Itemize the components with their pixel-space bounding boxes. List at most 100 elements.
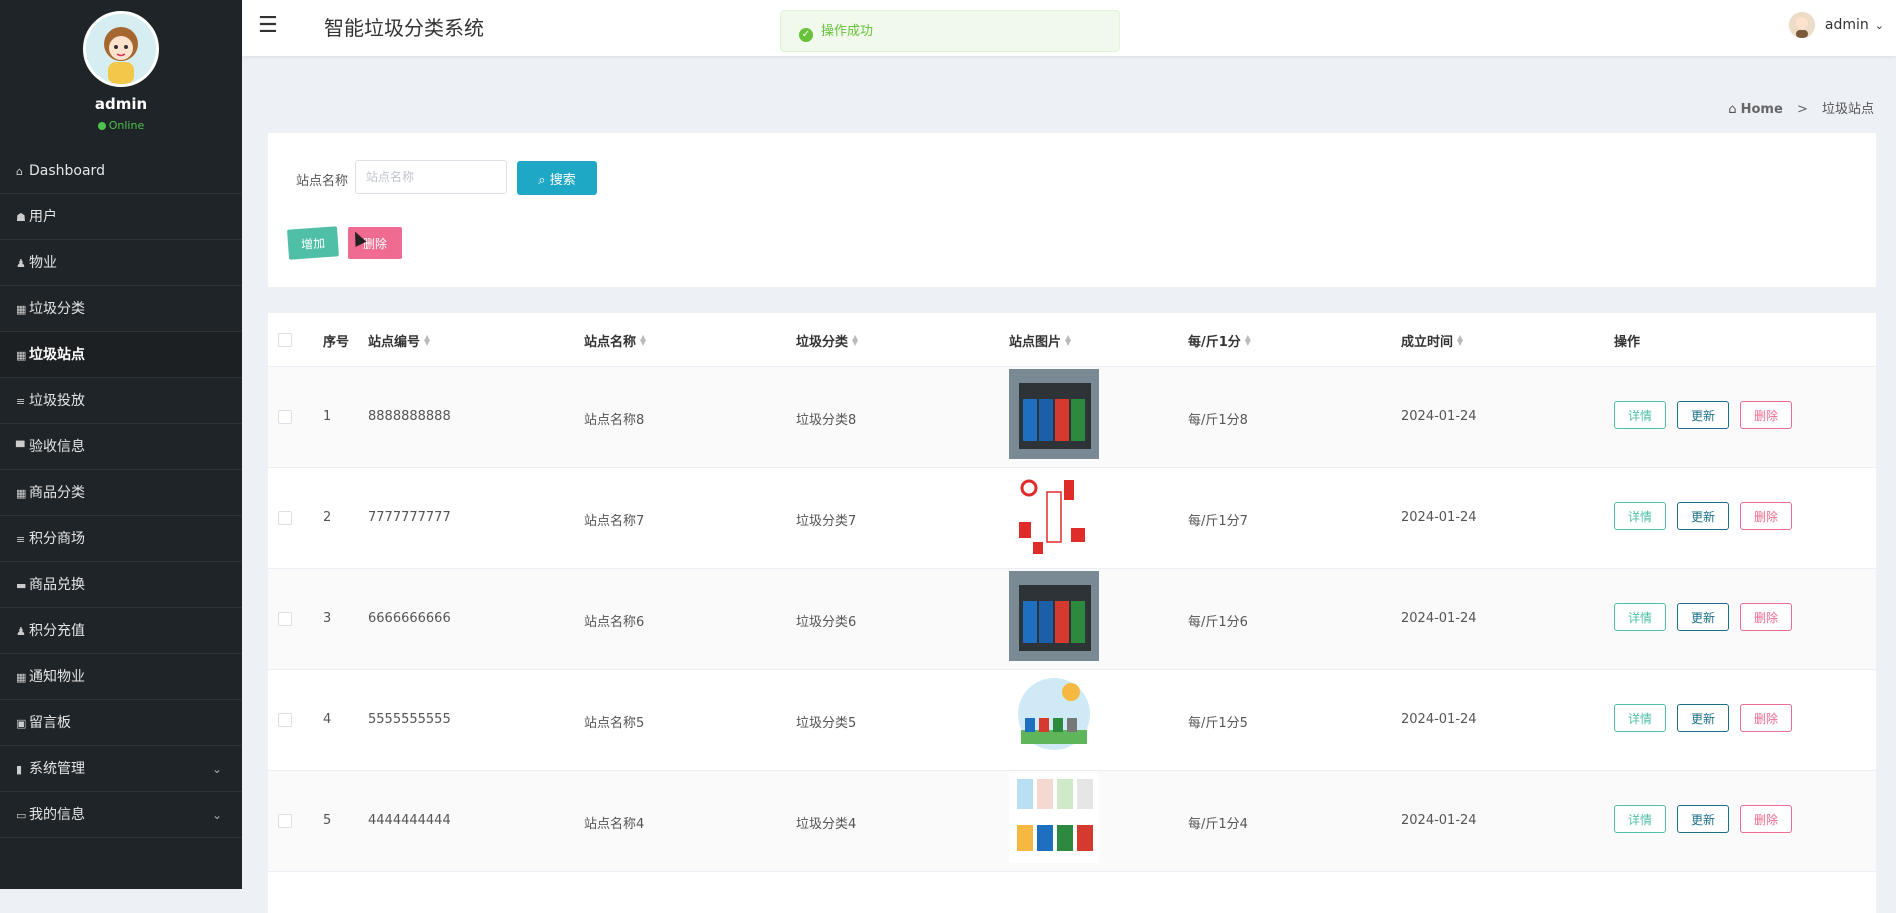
delete-button[interactable]: 删除 [1740,502,1792,530]
chevron-down-icon: ⌄ [211,808,222,822]
cell-name: 站点名称5 [584,716,645,731]
sidebar-item-label: 积分商场 [29,531,85,547]
detail-button[interactable]: 详情 [1614,704,1666,732]
cell-price: 每/斤1分4 [1188,817,1248,832]
sidebar-item-12[interactable]: ▣ 留言板 [0,700,242,746]
update-button[interactable]: 更新 [1677,603,1729,631]
cell-no: 4 [323,712,332,727]
sidebar-item-13[interactable]: ▮ 系统管理 ⌄ [0,746,242,792]
success-toast: ✓ 操作成功 [780,10,1120,52]
col-date[interactable]: 成立时间 ▲ ▼ [1401,331,1464,351]
cell-date: 2024-01-24 [1401,712,1477,727]
sidebar-item-10[interactable]: ♟ 积分充值 [0,608,242,654]
sort-icon: ▲ ▼ [1457,333,1464,347]
delete-button[interactable]: 删除 [1740,603,1792,631]
cell-category: 垃圾分类8 [796,413,857,428]
station-name-label: 站点名称 [296,174,349,189]
grid-icon: ▦ [16,671,27,684]
online-status: Online [0,119,242,132]
sidebar-item-label: 我的信息 [29,807,85,823]
sidebar-menu: ⌂ Dashboard ☗ 用户 ♟ 物业 ▦ 垃圾分类 ▦ 垃圾站点 ≡ 垃圾投放 ▀ 验收信息 ▦ 商品分… [0,148,242,838]
sidebar-item-0[interactable]: ⌂ Dashboard [0,148,242,194]
list-icon: ≡ [16,395,26,408]
station-name-input[interactable] [355,160,507,194]
col-actions: 操作 [1614,335,1641,350]
update-button[interactable]: 更新 [1677,704,1729,732]
col-image[interactable]: 站点图片 ▲ ▼ [1009,331,1072,351]
col-price-label: 每/斤1分 [1188,335,1241,350]
col-name[interactable]: 站点名称 ▲ ▼ [584,331,646,351]
sidebar-item-label: 积分充值 [29,623,85,639]
cell-date: 2024-01-24 [1401,611,1477,626]
sidebar-item-9[interactable]: ▬ 商品兑换 [0,562,242,608]
sidebar-item-label: 验收信息 [29,439,85,455]
grid-icon: ▦ [16,349,27,362]
list-icon: ≡ [16,533,26,546]
cell-code: 6666666666 [368,611,451,626]
sidebar-item-4[interactable]: ▦ 垃圾站点 [0,332,242,378]
sidebar-item-8[interactable]: ≡ 积分商场 [0,516,242,562]
search-button[interactable]: ⌕ 搜索 [517,161,597,195]
update-button[interactable]: 更新 [1677,502,1729,530]
col-category-label: 垃圾分类 [796,335,849,350]
detail-button[interactable]: 详情 [1614,805,1666,833]
delete-button[interactable]: 删除 [1740,704,1792,732]
row-checkbox[interactable] [278,612,292,626]
sidebar-item-2[interactable]: ♟ 物业 [0,240,242,286]
sidebar-item-6[interactable]: ▀ 验收信息 [0,424,242,470]
sidebar-item-3[interactable]: ▦ 垃圾分类 [0,286,242,332]
sort-icon: ▲ ▼ [1244,333,1251,347]
select-all-checkbox[interactable] [278,333,292,347]
detail-button[interactable]: 详情 [1614,401,1666,429]
delete-button[interactable]: 删除 [1740,401,1792,429]
breadcrumb: ⌂ Home > 垃圾站点 [1728,98,1874,117]
cell-category: 垃圾分类7 [796,514,857,529]
update-button[interactable]: 更新 [1677,401,1729,429]
row-checkbox[interactable] [278,410,292,424]
row-checkbox[interactable] [278,713,292,727]
user-avatar [1788,12,1815,38]
sidebar-username: admin [94,95,148,113]
monitor-icon: ▀ [16,441,25,454]
chevron-down-icon: ⌄ [211,762,222,776]
sidebar-item-11[interactable]: ▦ 通知物业 [0,654,242,700]
col-code[interactable]: 站点编号 ▲ ▼ [368,331,430,351]
col-category[interactable]: 垃圾分类 ▲ ▼ [796,331,858,351]
sidebar-item-7[interactable]: ▦ 商品分类 [0,470,242,516]
breadcrumb-home[interactable]: Home [1741,102,1783,117]
sidebar: admin Online ⌂ Dashboard ☗ 用户 ♟ 物业 ▦ 垃圾分类 ▦ 垃圾站点 ≡… [0,0,242,889]
cell-category: 垃圾分类6 [796,615,857,630]
status-dot-icon [97,122,106,130]
cell-price: 每/斤1分6 [1188,615,1248,630]
status-text: Online [108,119,145,132]
detail-button[interactable]: 详情 [1614,502,1666,530]
table-row: 5 4444444444 站点名称4 垃圾分类4 每/斤1分4 2024-01-24 详情更… [268,771,1876,872]
col-price[interactable]: 每/斤1分 ▲ ▼ [1188,331,1251,351]
sidebar-item-label: 用户 [29,209,57,225]
bar-chart-icon: ▮ [16,763,23,776]
update-button[interactable]: 更新 [1677,805,1729,833]
hamburger-menu-icon[interactable]: ☰ [258,13,278,38]
sidebar-item-label: 留言板 [29,715,71,731]
sidebar-item-5[interactable]: ≡ 垃圾投放 [0,378,242,424]
station-image [1009,773,1099,863]
cell-name: 站点名称8 [584,413,645,428]
search-panel: 站点名称 ⌕ 搜索 增加 删除 [268,133,1876,287]
add-button[interactable]: 增加 [287,226,339,260]
detail-button[interactable]: 详情 [1614,603,1666,631]
row-checkbox[interactable] [278,511,292,525]
cell-price: 每/斤1分5 [1188,716,1248,731]
sort-icon: ▲ ▼ [1065,333,1072,347]
station-image [1009,672,1099,762]
col-name-label: 站点名称 [584,335,637,350]
row-checkbox[interactable] [278,814,292,828]
search-icon: ⌕ [538,172,550,188]
cell-price: 每/斤1分8 [1188,413,1248,428]
sidebar-item-14[interactable]: ▭ 我的信息 ⌄ [0,792,242,838]
col-code-label: 站点编号 [368,335,421,350]
sidebar-item-1[interactable]: ☗ 用户 [0,194,242,240]
delete-button[interactable]: 删除 [1740,805,1792,833]
user-menu[interactable]: admin ⌄ [1788,12,1884,38]
bag-icon: ☗ [16,211,26,224]
table-row: 3 6666666666 站点名称6 垃圾分类6 每/斤1分6 2024-01-24 详情更… [268,569,1876,670]
